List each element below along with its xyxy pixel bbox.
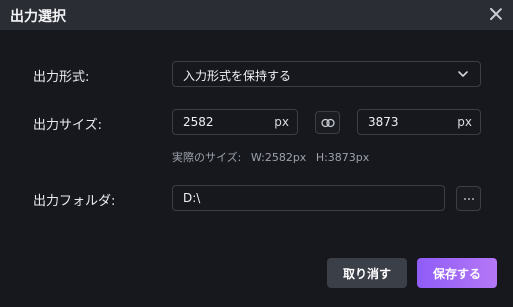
- actual-height: H:3873px: [315, 151, 370, 164]
- height-input[interactable]: 3873 px: [357, 109, 481, 135]
- height-unit: px: [457, 115, 472, 129]
- output-folder-path: D:\: [183, 191, 201, 205]
- output-folder-label: 出力フォルダ:: [33, 194, 116, 209]
- chevron-down-icon: [458, 71, 468, 77]
- height-value: 3873: [368, 115, 399, 129]
- width-value: 2582: [183, 115, 214, 129]
- output-format-label: 出力形式:: [33, 70, 90, 85]
- actual-size-info: 実際のサイズ: W:2582px H:3873px: [172, 149, 375, 165]
- width-input[interactable]: 2582 px: [172, 109, 298, 135]
- link-icon: [320, 118, 335, 127]
- title-bar: 出力選択: [0, 0, 513, 30]
- output-size-label: 出力サイズ:: [33, 118, 102, 133]
- width-unit: px: [274, 115, 289, 129]
- save-button[interactable]: 保存する: [417, 258, 497, 288]
- output-settings-dialog: 出力選択 出力形式: 入力形式を保持する 出力サイズ: 2582 px 3873…: [0, 0, 513, 307]
- cancel-button[interactable]: 取り消す: [327, 258, 407, 288]
- actual-width: W:2582px: [250, 151, 307, 164]
- aspect-lock-button[interactable]: [315, 111, 340, 134]
- actual-size-label: 実際のサイズ:: [172, 151, 242, 164]
- dialog-title: 出力選択: [10, 9, 66, 25]
- output-folder-input[interactable]: D:\: [172, 185, 445, 211]
- close-icon[interactable]: [488, 6, 504, 22]
- output-format-select[interactable]: 入力形式を保持する: [172, 61, 481, 87]
- browse-folder-button[interactable]: [456, 186, 481, 211]
- output-format-value: 入力形式を保持する: [183, 69, 292, 83]
- more-icon: [463, 197, 474, 200]
